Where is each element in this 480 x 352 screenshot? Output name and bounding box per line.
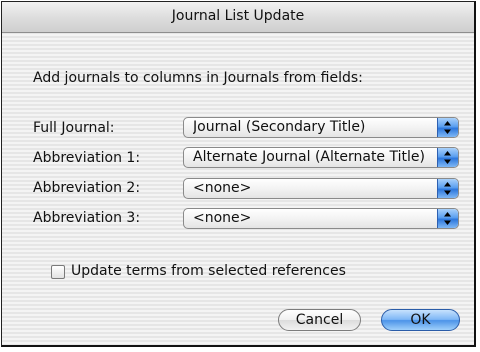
popup-arrows-icon — [437, 209, 458, 228]
dialog-title: Journal List Update — [171, 8, 305, 24]
abbreviation-2-value: <none> — [193, 180, 252, 196]
full-journal-value: Journal (Secondary Title) — [193, 119, 366, 135]
abbreviation-1-popup[interactable]: Alternate Journal (Alternate Title) — [183, 147, 459, 168]
full-journal-popup[interactable]: Journal (Secondary Title) — [183, 117, 459, 138]
abbreviation-3-label: Abbreviation 3: — [33, 210, 141, 226]
abbreviation-3-value: <none> — [193, 210, 252, 226]
title-bar[interactable]: Journal List Update — [2, 2, 474, 33]
popup-arrows-icon — [437, 118, 458, 137]
abbreviation-2-popup[interactable]: <none> — [183, 178, 459, 199]
abbreviation-2-label: Abbreviation 2: — [33, 180, 141, 196]
popup-arrows-icon — [437, 179, 458, 198]
popup-arrows-icon — [437, 148, 458, 167]
instruction-text: Add journals to columns in Journals from… — [33, 70, 363, 86]
abbreviation-1-value: Alternate Journal (Alternate Title) — [193, 149, 425, 165]
abbreviation-3-popup[interactable]: <none> — [183, 208, 459, 229]
full-journal-label: Full Journal: — [33, 120, 115, 136]
update-terms-label[interactable]: Update terms from selected references — [71, 263, 346, 279]
update-terms-checkbox[interactable] — [51, 265, 65, 279]
journal-list-update-dialog: Journal List Update Add journals to colu… — [1, 1, 476, 347]
abbreviation-1-label: Abbreviation 1: — [33, 150, 141, 166]
ok-button[interactable]: OK — [381, 309, 460, 331]
cancel-button[interactable]: Cancel — [278, 309, 361, 331]
